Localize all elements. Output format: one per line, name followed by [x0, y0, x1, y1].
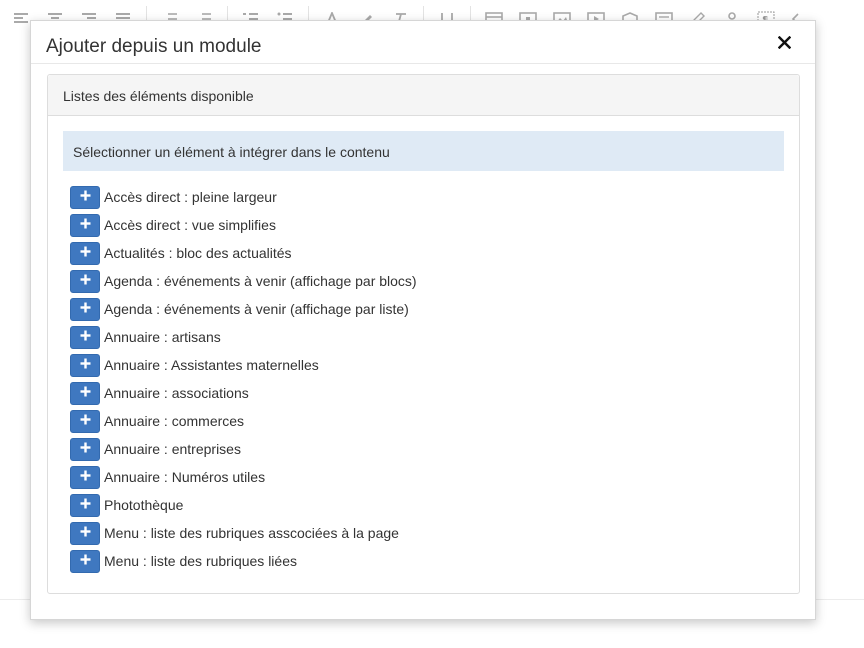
add-item-button[interactable] — [70, 493, 100, 517]
list-item: Annuaire : artisans — [70, 323, 784, 351]
add-item-button[interactable] — [70, 213, 100, 237]
plus-icon — [80, 440, 91, 458]
item-label: Photothèque — [104, 497, 184, 513]
plus-icon — [80, 412, 91, 430]
list-item: Accès direct : pleine largeur — [70, 183, 784, 211]
add-item-button[interactable] — [70, 437, 100, 461]
plus-icon — [80, 300, 91, 318]
add-item-button[interactable] — [70, 381, 100, 405]
add-item-button[interactable] — [70, 269, 100, 293]
list-item: Annuaire : commerces — [70, 407, 784, 435]
list-item: Actualités : bloc des actualités — [70, 239, 784, 267]
list-item: Photothèque — [70, 491, 784, 519]
dialog-header: Ajouter depuis un module — [31, 21, 815, 64]
item-label: Actualités : bloc des actualités — [104, 245, 292, 261]
add-item-button[interactable] — [70, 353, 100, 377]
add-item-button[interactable] — [70, 297, 100, 321]
item-label: Accès direct : pleine largeur — [104, 189, 277, 205]
item-label: Accès direct : vue simplifies — [104, 217, 276, 233]
align-left-icon[interactable] — [10, 8, 32, 30]
list-item: Menu : liste des rubriques liées — [70, 547, 784, 575]
item-label: Agenda : événements à venir (affichage p… — [104, 301, 409, 317]
list-item: Agenda : événements à venir (affichage p… — [70, 295, 784, 323]
item-label: Annuaire : Numéros utiles — [104, 469, 266, 485]
list-item: Agenda : événements à venir (affichage p… — [70, 267, 784, 295]
item-label: Annuaire : entreprises — [104, 441, 241, 457]
close-icon — [777, 35, 791, 54]
plus-icon — [80, 384, 91, 402]
list-item: Annuaire : Assistantes maternelles — [70, 351, 784, 379]
plus-icon — [80, 496, 91, 514]
add-item-button[interactable] — [70, 521, 100, 545]
item-label: Annuaire : artisans — [104, 329, 221, 345]
add-item-button[interactable] — [70, 465, 100, 489]
add-item-button[interactable] — [70, 185, 100, 209]
item-label: Annuaire : Assistantes maternelles — [104, 357, 319, 373]
plus-icon — [80, 244, 91, 262]
add-item-button[interactable] — [70, 549, 100, 573]
list-item: Annuaire : associations — [70, 379, 784, 407]
plus-icon — [80, 524, 91, 542]
list-item: Annuaire : Numéros utiles — [70, 463, 784, 491]
plus-icon — [80, 552, 91, 570]
item-label: Agenda : événements à venir (affichage p… — [104, 273, 417, 289]
item-label: Annuaire : associations — [104, 385, 249, 401]
plus-icon — [80, 468, 91, 486]
add-item-button[interactable] — [70, 241, 100, 265]
item-label: Menu : liste des rubriques liées — [104, 553, 297, 569]
plus-icon — [80, 328, 91, 346]
module-list: Accès direct : pleine largeur Accès dire… — [63, 183, 784, 575]
page: ¶ Ajouter depuis un module Listes des él… — [0, 0, 864, 648]
add-module-dialog: Ajouter depuis un module Listes des élém… — [30, 20, 816, 620]
add-item-button[interactable] — [70, 409, 100, 433]
plus-icon — [80, 216, 91, 234]
elements-panel: Listes des éléments disponible Sélection… — [47, 74, 800, 594]
dialog-title: Ajouter depuis un module — [46, 36, 262, 57]
panel-heading: Listes des éléments disponible — [48, 75, 799, 116]
add-item-button[interactable] — [70, 325, 100, 349]
panel-body: Sélectionner un élément à intégrer dans … — [48, 116, 799, 590]
info-message: Sélectionner un élément à intégrer dans … — [63, 131, 784, 171]
item-label: Menu : liste des rubriques asscociées à … — [104, 525, 399, 541]
plus-icon — [80, 356, 91, 374]
list-item: Menu : liste des rubriques asscociées à … — [70, 519, 784, 547]
plus-icon — [80, 188, 91, 206]
list-item: Accès direct : vue simplifies — [70, 211, 784, 239]
list-item: Annuaire : entreprises — [70, 435, 784, 463]
plus-icon — [80, 272, 91, 290]
close-button[interactable] — [775, 35, 793, 54]
item-label: Annuaire : commerces — [104, 413, 245, 429]
